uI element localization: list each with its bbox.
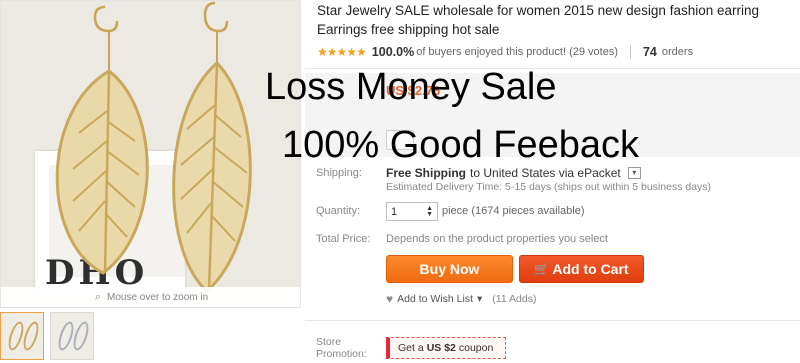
pieces-available: piece (1674 pieces available)	[442, 205, 585, 217]
chevron-down-icon[interactable]: ▾	[477, 293, 482, 305]
promo-overlay-line1: Loss Money Sale	[265, 66, 557, 108]
free-shipping-text: Free Shipping	[386, 166, 467, 180]
wishlist-count: (11 Adds)	[492, 293, 537, 305]
product-main-image[interactable]: DHO ⌕ Mouse over to zoom in	[0, 0, 301, 308]
cart-icon: 🛒	[534, 262, 550, 276]
total-price-value: Depends on the product properties you se…	[386, 233, 608, 245]
coupon-prefix: Get a	[398, 342, 424, 354]
magnifier-icon: ⌕	[94, 290, 101, 303]
star-rating-icon[interactable]: ★★★★★	[317, 45, 367, 59]
leaf-icon	[70, 319, 92, 353]
product-title-line2: Earrings free shipping hot sale	[317, 22, 500, 37]
heart-icon[interactable]: ♥	[386, 292, 393, 306]
thumbnail-strip	[0, 312, 94, 360]
shipping-dropdown-icon[interactable]: ▾	[627, 167, 641, 179]
zoom-hint: ⌕ Mouse over to zoom in	[1, 287, 300, 307]
add-to-cart-button[interactable]: 🛒 Add to Cart	[519, 255, 644, 283]
rating-text[interactable]: of buyers enjoyed this product! (29 vote…	[416, 46, 618, 58]
coupon-suffix: coupon	[458, 342, 494, 354]
leaf-earrings-image	[55, 1, 252, 294]
thumbnail-silver[interactable]	[50, 312, 94, 360]
store-promotion-label: Store Promotion:	[316, 336, 367, 360]
thumbnail-gold[interactable]	[0, 312, 44, 360]
wishlist-row: ♥ Add to Wish List ▾ (11 Adds)	[386, 292, 536, 306]
spinner-arrows-icon[interactable]: ▲ ▼	[426, 205, 433, 218]
add-to-cart-label: Add to Cart	[552, 261, 629, 277]
quantity-stepper[interactable]: 1 ▲ ▼	[386, 202, 438, 221]
orders-count: 74	[642, 45, 657, 59]
shipping-label: Shipping:	[316, 167, 362, 179]
wishlist-link[interactable]: Add to Wish List	[397, 293, 473, 305]
shipping-info: Free Shipping to United States via ePack…	[386, 166, 641, 180]
quantity-value[interactable]: 1	[391, 206, 397, 218]
orders-label: orders	[661, 46, 694, 58]
divider	[305, 320, 800, 321]
quantity-label: Quantity:	[316, 205, 361, 217]
divider	[629, 45, 631, 59]
shipping-destination: to United States via ePacket	[470, 166, 621, 180]
promo-overlay-line2: 100% Good Feeback	[282, 124, 640, 166]
zoom-hint-text: Mouse over to zoom in	[107, 291, 209, 303]
product-title-line1: Star Jewelry SALE wholesale for women 20…	[317, 3, 759, 18]
delivery-estimate: Estimated Delivery Time: 5-15 days (ship…	[386, 181, 712, 193]
coupon-button[interactable]: Get a US $2 coupon	[386, 337, 506, 359]
total-price-label: Total Price:	[316, 233, 371, 245]
rating-row: ★★★★★ 100.0% of buyers enjoyed this prod…	[317, 43, 693, 61]
coupon-amount: US $2	[426, 342, 456, 354]
leaf-icon	[20, 319, 42, 353]
product-title: Star Jewelry SALE wholesale for women 20…	[317, 1, 800, 39]
buy-now-button[interactable]: Buy Now	[386, 255, 513, 283]
rating-percent: 100.0%	[371, 45, 415, 59]
